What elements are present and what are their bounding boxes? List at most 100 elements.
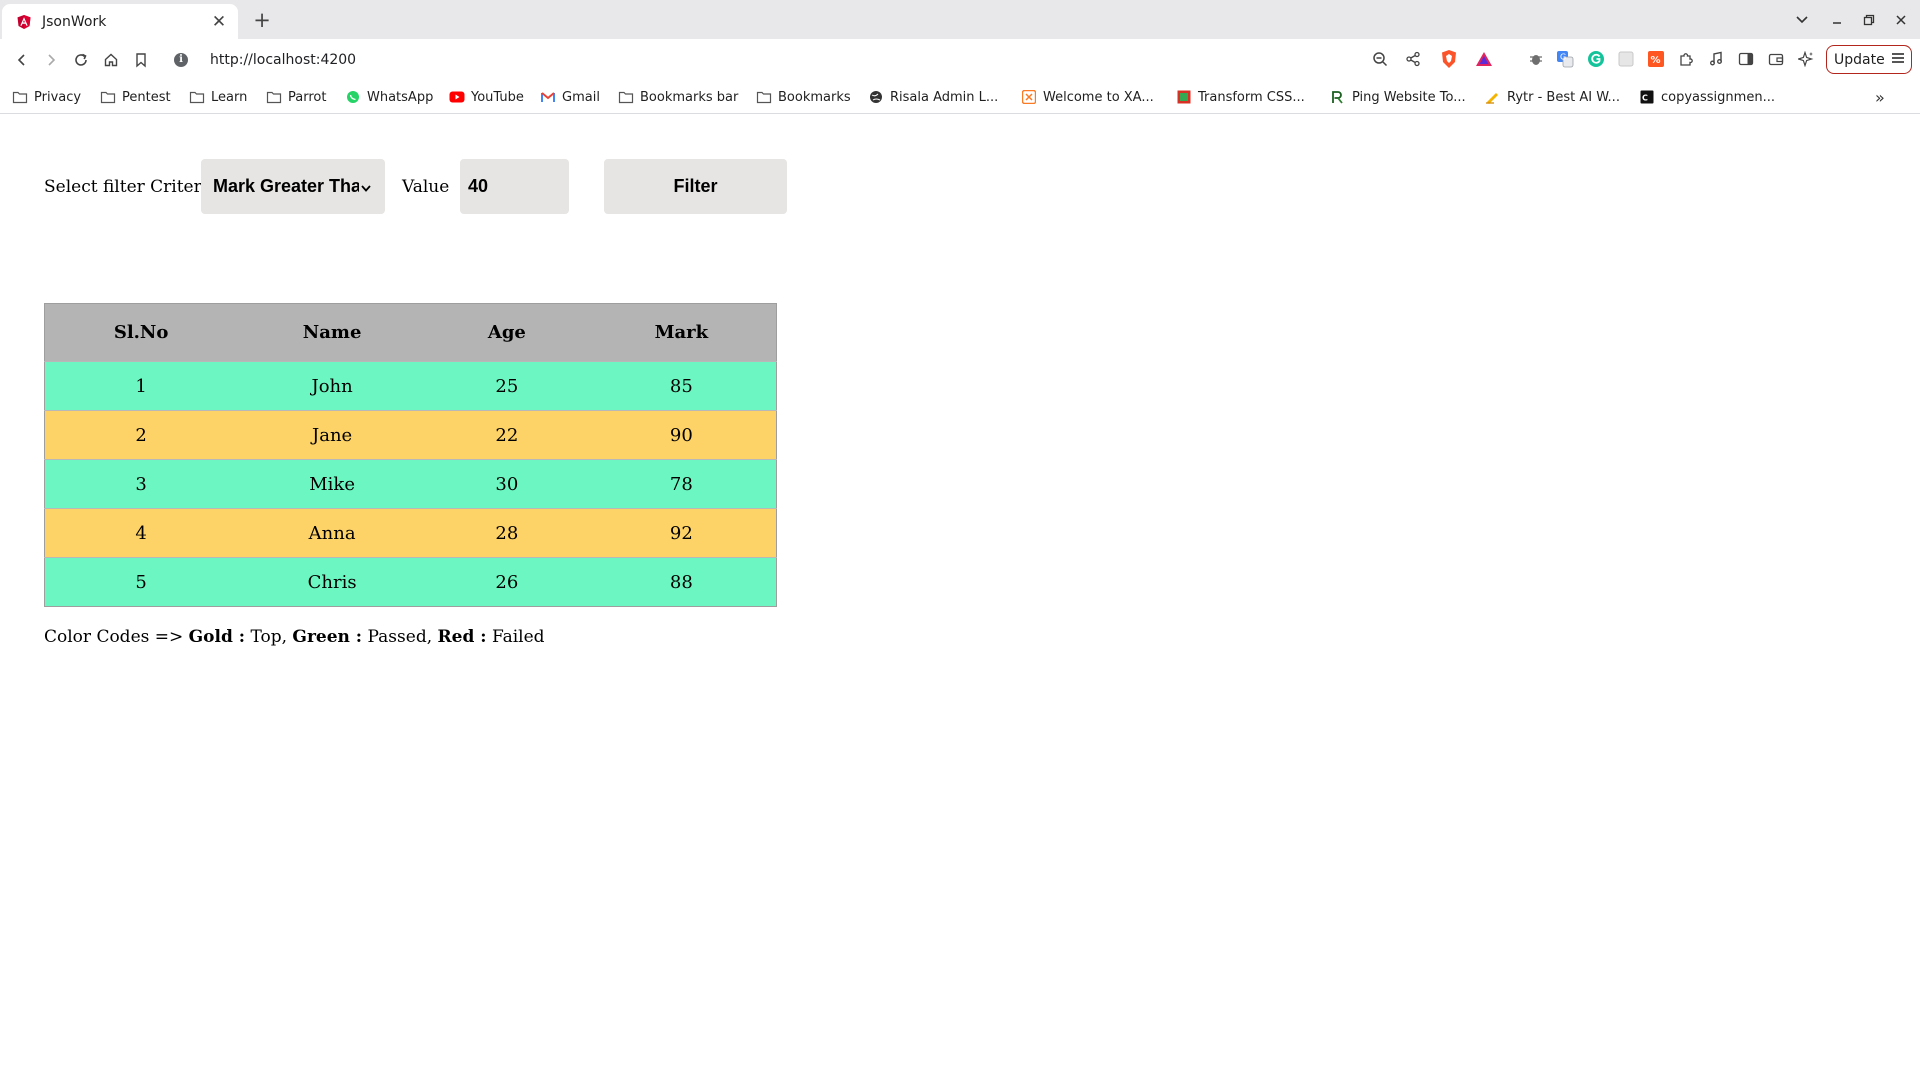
bookmark-label: Bookmarks bbox=[778, 89, 851, 105]
browser-tab-active[interactable]: JsonWork ✕ bbox=[2, 4, 238, 39]
cell-name: Jane bbox=[237, 410, 427, 460]
legend-red-label: Red : bbox=[437, 627, 487, 647]
legend-gold-label: Gold : bbox=[188, 627, 246, 647]
folder-icon bbox=[266, 89, 282, 105]
cell-mark: 78 bbox=[586, 459, 777, 509]
extension-bug-icon[interactable] bbox=[1526, 49, 1546, 69]
update-button[interactable]: Update bbox=[1826, 45, 1912, 74]
cell-name: Mike bbox=[237, 459, 427, 509]
cell-age: 30 bbox=[426, 459, 587, 509]
bookmark-item[interactable]: YouTube bbox=[449, 87, 524, 107]
extension-percent-icon[interactable]: % bbox=[1646, 49, 1666, 69]
legend-gold-meaning: Top, bbox=[250, 627, 288, 647]
cell-slno: 3 bbox=[44, 459, 238, 509]
transform-icon bbox=[1176, 89, 1192, 105]
table-header-row: Sl.No Name Age Mark bbox=[44, 303, 777, 362]
reload-icon[interactable] bbox=[69, 48, 93, 72]
cell-name: Chris bbox=[237, 557, 427, 607]
youtube-icon bbox=[449, 89, 465, 105]
column-header-slno: Sl.No bbox=[44, 303, 238, 362]
globe-icon bbox=[868, 89, 884, 105]
bookmark-icon[interactable] bbox=[129, 48, 153, 72]
new-tab-plus-icon[interactable]: + bbox=[250, 8, 274, 32]
legend-red-meaning: Failed bbox=[491, 627, 545, 647]
browser-toolbar: i http://localhost:4200 G % Update bbox=[0, 39, 1920, 80]
share-icon[interactable] bbox=[1403, 49, 1423, 69]
bookmark-item[interactable]: Parrot bbox=[266, 87, 326, 107]
tab-search-chevron-icon[interactable] bbox=[1789, 8, 1815, 32]
bookmarks-overflow-chevron-icon[interactable]: » bbox=[1875, 88, 1885, 107]
table-row: 4 Anna 28 92 bbox=[44, 508, 777, 558]
bookmark-item[interactable]: Privacy bbox=[12, 87, 81, 107]
bookmark-item[interactable]: Transform CSS... bbox=[1176, 87, 1305, 107]
folder-icon bbox=[100, 89, 116, 105]
bookmark-item[interactable]: WhatsApp bbox=[345, 87, 433, 107]
filter-button[interactable]: Filter bbox=[604, 159, 787, 214]
forward-arrow-icon[interactable] bbox=[39, 48, 63, 72]
bookmark-item[interactable]: Bookmarks bar bbox=[618, 87, 738, 107]
bookmark-label: Parrot bbox=[288, 89, 327, 105]
legend-prefix: Color Codes => bbox=[44, 627, 184, 647]
bookmark-label: Welcome to XA... bbox=[1043, 89, 1154, 105]
home-icon[interactable] bbox=[99, 48, 123, 72]
address-bar[interactable]: i http://localhost:4200 bbox=[166, 44, 1428, 75]
wallet-icon[interactable] bbox=[1766, 49, 1786, 69]
bookmark-item[interactable]: Learn bbox=[189, 87, 247, 107]
copyassignment-icon: C bbox=[1639, 89, 1655, 105]
google-translate-icon[interactable]: G bbox=[1555, 49, 1575, 69]
folder-icon bbox=[618, 89, 634, 105]
bookmark-label: Ping Website To... bbox=[1352, 89, 1466, 105]
bookmark-item[interactable]: Risala Admin L... bbox=[868, 87, 998, 107]
bookmark-item[interactable]: Pentest bbox=[100, 87, 171, 107]
media-music-icon[interactable] bbox=[1706, 49, 1726, 69]
address-url: http://localhost:4200 bbox=[210, 51, 357, 68]
bookmark-item[interactable]: Ping Website To... bbox=[1330, 87, 1466, 107]
extension-grid-icon[interactable] bbox=[1616, 49, 1636, 69]
cell-slno: 4 bbox=[44, 508, 238, 558]
bookmark-label: copyassignmen... bbox=[1661, 89, 1775, 105]
students-table: Sl.No Name Age Mark 1 John 25 85 2 Jane … bbox=[44, 303, 777, 607]
cell-age: 26 bbox=[426, 557, 587, 607]
bookmark-item[interactable]: Rytr - Best AI W... bbox=[1485, 87, 1620, 107]
filter-criteria-selected: Mark Greater Tha bbox=[213, 176, 359, 196]
close-window-icon[interactable] bbox=[1888, 8, 1914, 32]
folder-icon bbox=[12, 89, 28, 105]
sidebar-toggle-icon[interactable] bbox=[1736, 49, 1756, 69]
bookmark-item[interactable]: Gmail bbox=[540, 87, 600, 107]
folder-icon bbox=[189, 89, 205, 105]
tab-close-icon[interactable]: ✕ bbox=[210, 13, 228, 31]
grammarly-icon[interactable] bbox=[1586, 49, 1606, 69]
filter-criteria-label: Select filter Criteria bbox=[44, 177, 218, 197]
page-content: Select filter Criteria Mark Greater Tha … bbox=[0, 115, 1920, 1080]
bookmark-label: Privacy bbox=[34, 89, 82, 105]
bookmark-item[interactable]: Bookmarks bbox=[756, 87, 851, 107]
filter-criteria-select[interactable]: Mark Greater Tha bbox=[201, 159, 385, 214]
legend-green-label: Green : bbox=[292, 627, 363, 647]
update-label: Update bbox=[1834, 51, 1885, 68]
legend-green-meaning: Passed, bbox=[367, 627, 433, 647]
back-arrow-icon[interactable] bbox=[10, 48, 34, 72]
bookmark-label: Transform CSS... bbox=[1198, 89, 1305, 105]
value-input[interactable]: 40 bbox=[460, 159, 569, 214]
bookmark-item[interactable]: Welcome to XA... bbox=[1021, 87, 1154, 107]
site-info-icon[interactable]: i bbox=[174, 52, 188, 67]
brave-shield-icon[interactable] bbox=[1439, 49, 1459, 69]
folder-icon bbox=[756, 89, 772, 105]
bookmark-label: Rytr - Best AI W... bbox=[1507, 89, 1620, 105]
bookmark-item[interactable]: Ccopyassignmen... bbox=[1639, 87, 1775, 107]
bookmark-label: Risala Admin L... bbox=[890, 89, 999, 105]
xampp-icon bbox=[1021, 89, 1037, 105]
zoom-out-icon[interactable] bbox=[1370, 49, 1390, 69]
minimize-icon[interactable] bbox=[1824, 8, 1850, 32]
svg-text:%: % bbox=[1651, 55, 1661, 66]
cell-age: 25 bbox=[426, 361, 587, 411]
table-row: 1 John 25 85 bbox=[44, 361, 777, 411]
svg-text:C: C bbox=[1642, 94, 1648, 103]
tab-strip: JsonWork ✕ + bbox=[0, 0, 1920, 39]
cell-age: 28 bbox=[426, 508, 587, 558]
brave-rewards-icon[interactable] bbox=[1474, 49, 1494, 69]
restore-icon[interactable] bbox=[1856, 8, 1882, 32]
extensions-puzzle-icon[interactable] bbox=[1676, 49, 1696, 69]
cell-mark: 90 bbox=[586, 410, 777, 460]
leo-ai-sparkle-icon[interactable] bbox=[1796, 49, 1816, 69]
